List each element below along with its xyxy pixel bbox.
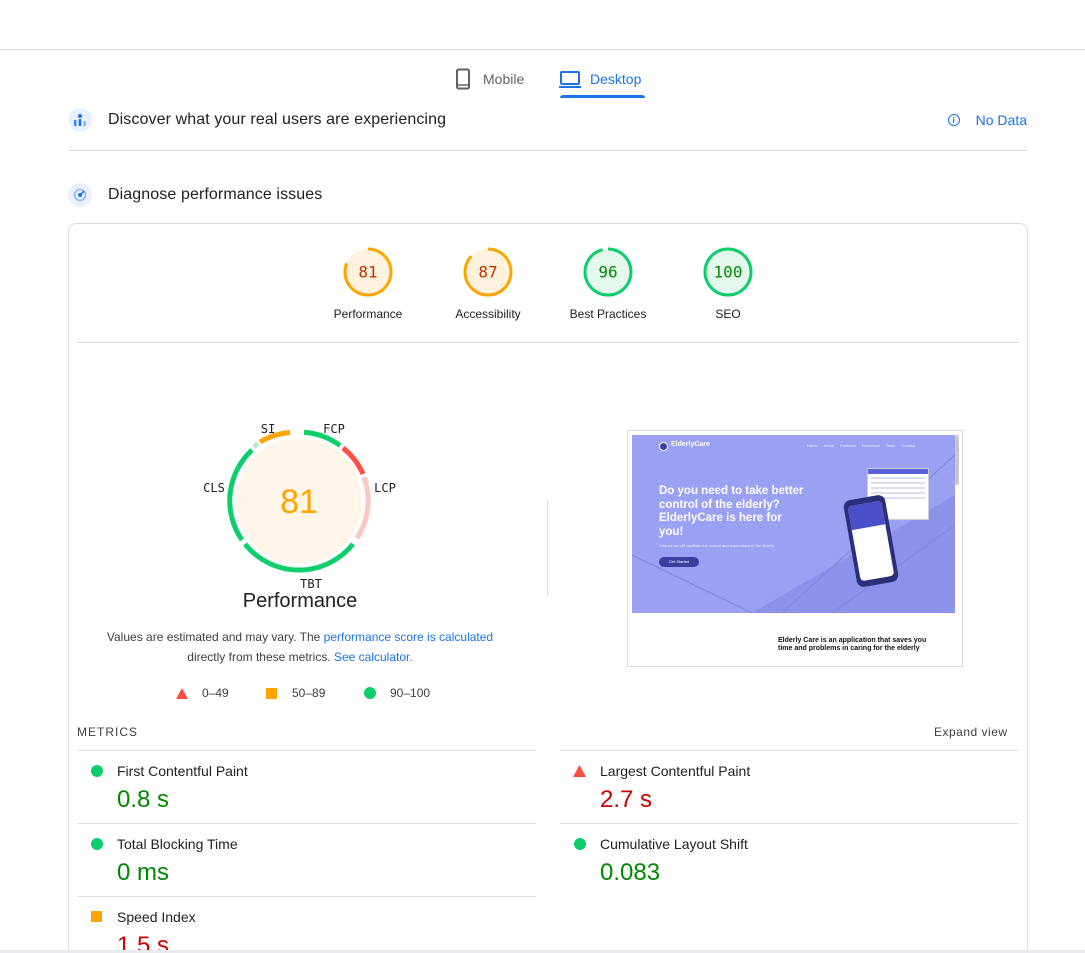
perf-score-link[interactable]: performance score is calculated [324,630,493,644]
metric-tbt-name: Total Blocking Time [117,836,238,852]
screenshot-nav-item: Home [807,443,818,448]
metrics-divider [560,823,1019,824]
pass-circle-icon [91,765,103,777]
users-chart-icon [68,108,92,132]
score-description: Values are estimated and may vary. The p… [90,627,510,667]
category-label: Best Practices [569,307,647,321]
desc-pre: Values are estimated and may vary. The [106,630,324,644]
info-icon: i [947,114,960,126]
category-gauge[interactable]: 87 Accessibility [428,246,548,321]
triangle-icon [176,687,188,699]
expand-view-toggle[interactable]: Expand view [934,725,1008,739]
screenshot-brand: ElderlyCare [671,441,710,448]
metrics-divider [77,896,536,897]
category-label: SEO [715,307,741,321]
perf-gauge-score: 81 [280,483,318,521]
screenshot-nav-item: Features [840,443,856,448]
pass-circle-icon [574,838,586,850]
legend-average: 50–89 [266,686,325,700]
pass-circle-icon [91,838,103,850]
no-data-label: No Data [975,112,1027,128]
legend-pass-label: 90–100 [390,686,431,700]
square-icon [266,687,277,699]
label-lcp: LCP [374,481,396,495]
metric-fcp-name: First Contentful Paint [117,763,248,779]
tab-desktop[interactable]: Desktop [559,60,641,98]
field-section-title: Discover what your real users are experi… [108,111,447,128]
category-label: Accessibility [455,307,521,321]
perf-gauge-title: Performance [242,590,358,612]
screenshot-cta: Get Started [659,557,699,567]
screenshot-hero: ElderlyCare Home About Features Download… [632,435,955,613]
tab-desktop-label: Desktop [590,71,642,87]
laptop-icon [559,71,581,88]
screenshot-nav-item: Team [885,443,896,448]
score-ring: 96 [583,247,633,297]
tab-mobile-label: Mobile [483,71,525,87]
score-ring: 87 [463,247,513,297]
si-arc-light [252,441,260,449]
legend-average-label: 50–89 [292,686,326,700]
label-fcp: FCP [323,422,345,436]
speedometer-icon [68,183,92,207]
legend-fail-label: 0–49 [202,686,229,700]
metric-lcp-value: 2.7 s [600,786,653,813]
screenshot-nav: Home About Features Download Team Contac… [807,443,915,448]
metrics-divider [77,823,536,824]
score-ring: 81 [343,247,393,297]
metric-cls-name: Cumulative Layout Shift [600,836,748,852]
category-score: 81 [358,263,377,282]
legend-fail: 0–49 [176,686,229,700]
vertical-divider [547,500,548,596]
screenshot-subtext: With us we will facilitate the control a… [659,543,774,548]
screenshot-nav-item: Download [861,443,880,448]
desc-mid: directly from these metrics. [187,650,334,664]
screenshot-bottom-text: Elderly Care is an application that save… [778,637,927,652]
category-gauge[interactable]: 81 Performance [308,246,428,321]
metric-tbt-value: 0 ms [117,859,170,886]
header-divider [0,49,1085,50]
category-label: Performance [333,307,403,321]
calculator-link[interactable]: See calculator. [334,650,413,664]
category-gauge[interactable]: 100 SEO [668,246,788,321]
page-screenshot: ElderlyCare Home About Features Download… [627,430,963,667]
metric-fcp-value: 0.8 s [117,786,170,813]
category-score: 87 [478,263,497,282]
score-ring: 100 [703,247,753,297]
gauges-divider [77,342,1019,343]
screenshot-scrollbar [955,435,959,485]
average-square-icon [91,911,102,922]
metric-cls-value: 0.083 [600,859,661,886]
screenshot-nav-item: About [823,443,835,448]
category-score: 100 [714,263,743,282]
fail-triangle-icon [573,765,586,777]
metrics-divider [560,750,1019,751]
performance-metrics-gauge: 81 SI FCP LCP CLS TBT [203,422,396,590]
circle-icon [364,687,376,699]
tab-active-indicator [560,95,645,98]
metrics-heading: METRICS [77,725,138,739]
label-tbt: TBT [300,577,322,590]
brand-logo-icon [659,442,668,451]
tab-mobile[interactable]: Mobile [452,60,524,98]
screenshot-headline: Do you need to take better control of th… [659,485,804,538]
metrics-divider [77,750,536,751]
category-score: 96 [598,263,617,282]
category-gauge[interactable]: 96 Best Practices [548,246,668,321]
label-cls: CLS [203,481,225,495]
lab-section-title: Diagnose performance issues [108,186,323,203]
no-data-link[interactable]: i No Data [947,112,1027,128]
legend-pass: 90–100 [364,686,430,700]
section-divider [68,150,1028,151]
screenshot-nav-item: Contact [901,443,916,448]
label-si: SI [261,422,275,436]
phone-icon [456,68,470,90]
metric-lcp-name: Largest Contentful Paint [600,763,751,779]
metric-si-name: Speed Index [117,909,196,925]
